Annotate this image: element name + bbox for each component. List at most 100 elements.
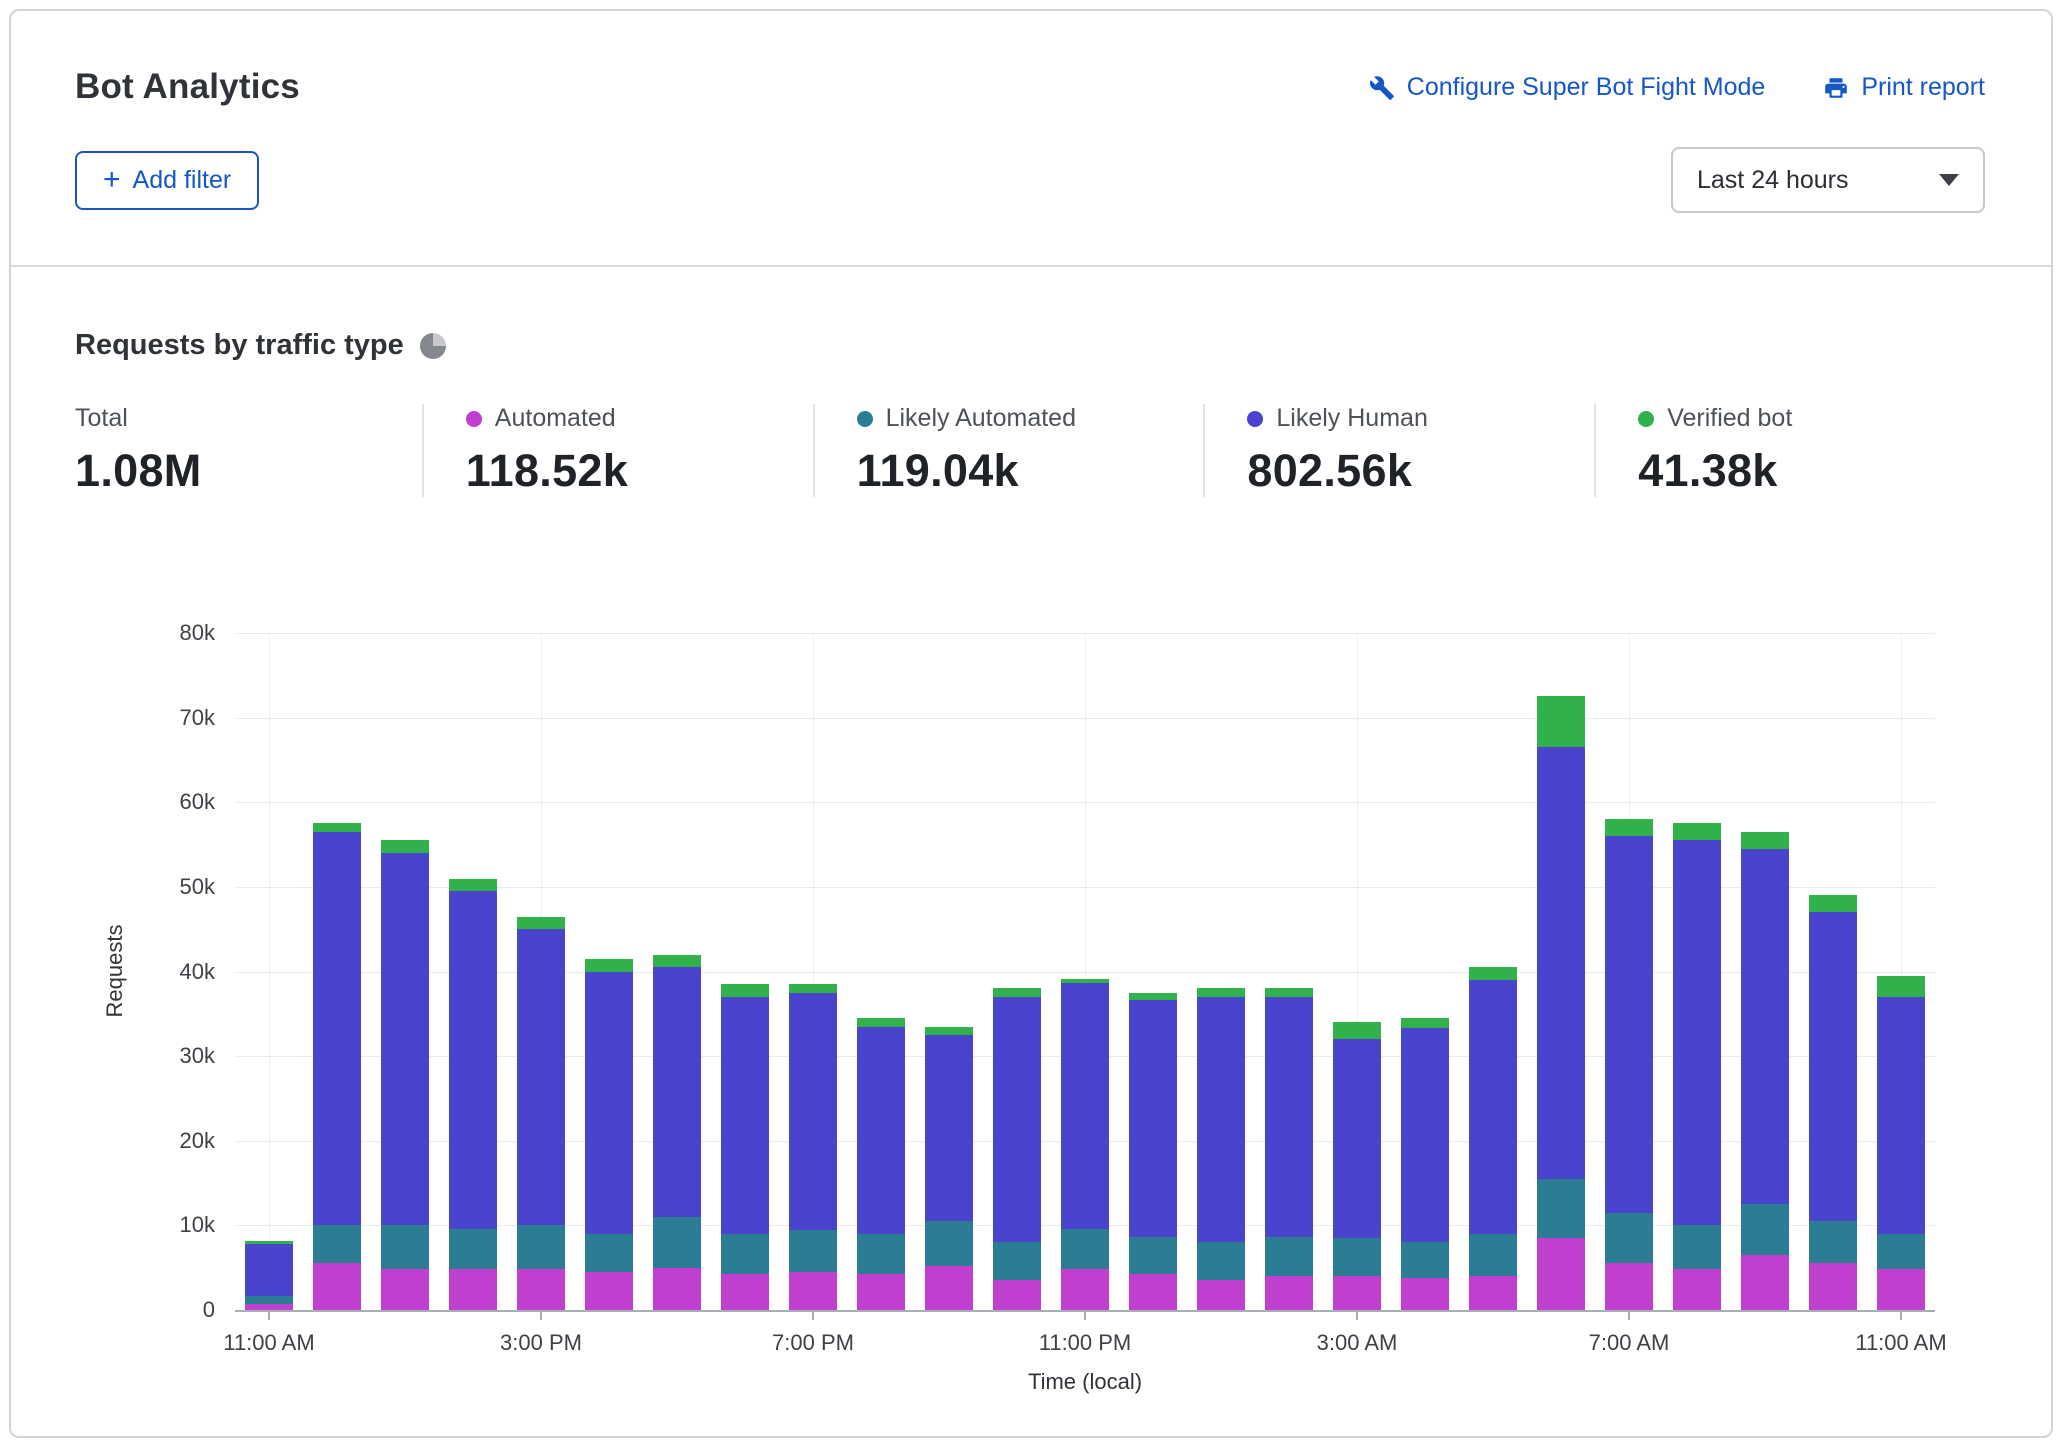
likely-automated-segment: [1469, 1234, 1517, 1276]
stat-automated: Automated118.52k: [422, 404, 813, 497]
bar-10-00-am[interactable]: [1809, 633, 1857, 1310]
likely-automated-segment: [925, 1221, 973, 1266]
bar-7-00-pm[interactable]: [789, 633, 837, 1310]
bar-5-00-am[interactable]: [1469, 633, 1517, 1310]
chart-plot: [235, 633, 1935, 1310]
bar-9-00-pm[interactable]: [925, 633, 973, 1310]
x-axis-tick-label: 3:00 PM: [500, 1330, 582, 1356]
bar-8-00-am[interactable]: [1673, 633, 1721, 1310]
likely-human-segment: [449, 891, 497, 1229]
verified-bot-segment: [653, 955, 701, 968]
requests-chart: Requests Time (local) 010k20k30k40k50k60…: [11, 589, 2051, 1401]
bar-9-00-am[interactable]: [1741, 633, 1789, 1310]
x-axis-tick: [540, 1312, 542, 1320]
x-axis-tick-label: 3:00 AM: [1317, 1330, 1398, 1356]
bar-11-00-am[interactable]: [245, 633, 293, 1310]
x-axis-tick: [1084, 1312, 1086, 1320]
automated-segment: [993, 1280, 1041, 1310]
likely-automated-segment: [1129, 1237, 1177, 1274]
stat-value: 118.52k: [466, 445, 813, 497]
automated-segment: [517, 1269, 565, 1310]
likely-human-segment: [721, 997, 769, 1234]
verified-bot-segment: [1333, 1022, 1381, 1039]
printer-icon: [1823, 75, 1849, 101]
stat-value: 802.56k: [1247, 445, 1594, 497]
stat-total: Total1.08M: [75, 404, 422, 497]
bar-3-00-pm[interactable]: [517, 633, 565, 1310]
likely-human-segment: [1061, 983, 1109, 1228]
bar-8-00-pm[interactable]: [857, 633, 905, 1310]
time-range-select[interactable]: Last 24 hours: [1671, 147, 1985, 213]
likely-automated-legend-dot: [857, 411, 873, 427]
bar-1-00-pm[interactable]: [381, 633, 429, 1310]
likely-automated-segment: [721, 1234, 769, 1275]
bar-2-00-am[interactable]: [1265, 633, 1313, 1310]
bar-11-00-pm[interactable]: [1061, 633, 1109, 1310]
bar-12-00-pm[interactable]: [313, 633, 361, 1310]
verified-bot-segment: [245, 1241, 293, 1244]
x-axis-tick: [1356, 1312, 1358, 1320]
likely-automated-segment: [993, 1242, 1041, 1279]
configure-link-label: Configure Super Bot Fight Mode: [1407, 73, 1766, 102]
likely-human-segment: [1469, 980, 1517, 1234]
automated-segment: [449, 1269, 497, 1310]
bar-5-00-pm[interactable]: [653, 633, 701, 1310]
verified-bot-segment: [1265, 988, 1313, 996]
automated-segment: [381, 1269, 429, 1310]
x-axis-tick-label: 7:00 PM: [772, 1330, 854, 1356]
automated-segment: [1741, 1255, 1789, 1310]
automated-legend-dot: [466, 411, 482, 427]
bar-3-00-am[interactable]: [1333, 633, 1381, 1310]
bar-10-00-pm[interactable]: [993, 633, 1041, 1310]
bar-6-00-pm[interactable]: [721, 633, 769, 1310]
stat-value: 41.38k: [1638, 445, 1985, 497]
likely-human-segment: [1537, 747, 1585, 1179]
verified-bot-segment: [1061, 979, 1109, 983]
automated-segment: [1265, 1276, 1313, 1310]
verified-bot-segment: [1809, 895, 1857, 912]
likely-human-segment: [1129, 1000, 1177, 1237]
verified-bot-segment: [721, 984, 769, 997]
likely-human-segment: [1741, 849, 1789, 1204]
automated-segment: [1061, 1269, 1109, 1310]
automated-segment: [1877, 1269, 1925, 1310]
print-report-link[interactable]: Print report: [1823, 73, 1985, 102]
verified-bot-segment: [517, 917, 565, 930]
likely-human-segment: [925, 1035, 973, 1221]
bar-2-00-pm[interactable]: [449, 633, 497, 1310]
x-axis-tick-label: 11:00 PM: [1039, 1330, 1132, 1356]
add-filter-label: Add filter: [133, 166, 232, 195]
stat-likely-human: Likely Human802.56k: [1203, 404, 1594, 497]
likely-human-segment: [653, 967, 701, 1217]
pie-chart-icon: [420, 333, 446, 359]
likely-automated-segment: [857, 1234, 905, 1275]
bar-4-00-pm[interactable]: [585, 633, 633, 1310]
y-axis-tick-label: 10k: [105, 1212, 215, 1238]
header-links: Configure Super Bot Fight Mode Print rep…: [1369, 67, 1985, 102]
likely-automated-segment: [1401, 1242, 1449, 1278]
automated-segment: [1809, 1263, 1857, 1310]
automated-segment: [585, 1272, 633, 1310]
bar-12-00-am[interactable]: [1129, 633, 1177, 1310]
stats-row: Total1.08MAutomated118.52kLikely Automat…: [11, 362, 2051, 497]
automated-segment: [721, 1274, 769, 1310]
likely-automated-segment: [245, 1296, 293, 1304]
bar-4-00-am[interactable]: [1401, 633, 1449, 1310]
automated-segment: [1673, 1269, 1721, 1310]
bar-6-00-am[interactable]: [1537, 633, 1585, 1310]
y-axis-tick-label: 20k: [105, 1128, 215, 1154]
likely-automated-segment: [1537, 1179, 1585, 1238]
configure-super-bot-fight-mode-link[interactable]: Configure Super Bot Fight Mode: [1369, 73, 1766, 102]
bar-1-00-am[interactable]: [1197, 633, 1245, 1310]
bar-11-00-am[interactable]: [1877, 633, 1925, 1310]
automated-segment: [1401, 1278, 1449, 1310]
x-axis-tick: [812, 1312, 814, 1320]
x-axis-tick-label: 11:00 AM: [223, 1330, 314, 1356]
likely-human-segment: [1809, 912, 1857, 1221]
automated-segment: [1197, 1280, 1245, 1310]
verified-bot-segment: [925, 1027, 973, 1035]
bar-7-00-am[interactable]: [1605, 633, 1653, 1310]
verified-bot-segment: [789, 984, 837, 992]
verified-bot-legend-dot: [1638, 411, 1654, 427]
add-filter-button[interactable]: + Add filter: [75, 151, 259, 210]
